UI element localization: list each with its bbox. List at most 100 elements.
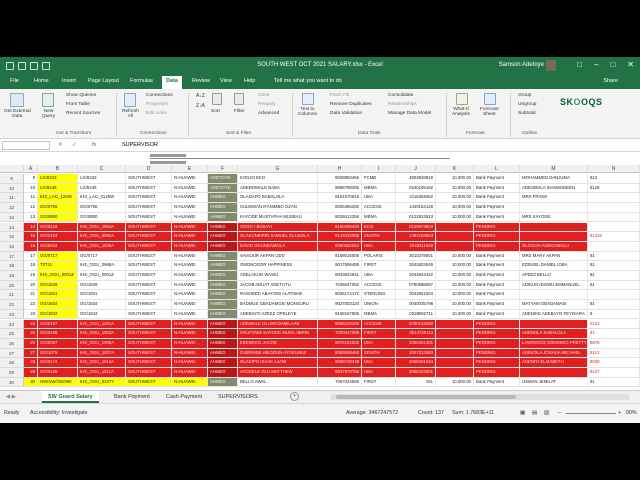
cell-m[interactable]: EZEKIEL DANIEL IGBA	[520, 261, 588, 270]
column-header-a[interactable]: A	[24, 165, 38, 173]
clear-button[interactable]: Clear	[258, 93, 269, 98]
cell-j[interactable]: 2042624422	[396, 271, 436, 280]
cell-k[interactable]: 10,000.00	[436, 300, 474, 309]
cell-k[interactable]: 10,000.00	[436, 251, 474, 261]
column-header-d[interactable]: D	[126, 165, 172, 173]
cell-c[interactable]: IHS_OGU_0001Z	[78, 271, 126, 280]
cell-n[interactable]: 8113	[588, 348, 640, 358]
cell-c[interactable]: IHS_OGU_1008A	[78, 241, 126, 251]
cell-l[interactable]: Bank Payment	[474, 309, 520, 319]
cell-l[interactable]: PENDING	[474, 319, 520, 329]
cell-g[interactable]: OMONOGOR HAPPINESS	[238, 261, 318, 270]
cell-f[interactable]: AHMED	[208, 309, 238, 319]
cell-j[interactable]: 0122524813	[396, 212, 436, 222]
cell-h[interactable]: 9017656488	[318, 261, 362, 270]
cell-k[interactable]: 10,000.00	[436, 280, 474, 290]
cell-g[interactable]: ADEBOWALE BABA	[238, 183, 318, 193]
flash-fill-button[interactable]: Flash Fill	[330, 93, 349, 98]
cell-j[interactable]: 0760686697	[396, 280, 436, 290]
cell-f[interactable]: AHMED	[208, 290, 238, 300]
cell-k[interactable]: 10,000.00	[436, 212, 474, 222]
tab-page-layout[interactable]: Page Layout	[88, 78, 119, 84]
enter-icon[interactable]: ✓	[72, 142, 77, 148]
formula-input[interactable]: SUPERVISOR	[122, 142, 158, 148]
cell-d[interactable]: SOUTHWEST	[126, 222, 172, 232]
cell-m[interactable]: ADENIKE ADEBAYO FEYISARA	[520, 309, 588, 319]
cell-d[interactable]: SOUTHWEST	[126, 368, 172, 377]
zoom-out-icon[interactable]: –	[558, 410, 561, 416]
cell-c[interactable]: IHS_OGU_1011A	[78, 368, 126, 377]
cell-k[interactable]: 10,000.00	[436, 183, 474, 193]
cell-e[interactable]: N-HUAWEI	[172, 358, 208, 367]
cell-m[interactable]: OLOGUN ADEKOMOLU	[520, 241, 588, 251]
cell-b[interactable]: OG/0187	[38, 319, 78, 329]
cell-n[interactable]: 81	[588, 329, 640, 338]
sheet-tab-supervisors[interactable]: SUPERVISORS	[212, 391, 264, 403]
cell-b[interactable]: OG/0104	[38, 232, 78, 241]
cell-f[interactable]: AHMED	[208, 251, 238, 261]
cell-k[interactable]	[436, 348, 474, 358]
cell-j[interactable]: 0750142060	[396, 319, 436, 329]
get-external-data-icon[interactable]	[10, 93, 24, 107]
cell-a[interactable]: 12	[24, 203, 38, 212]
cell-g[interactable]: OLADAPO BABALOLA	[238, 193, 318, 203]
column-header-e[interactable]: E	[172, 165, 208, 173]
cell-i[interactable]: UBA	[362, 368, 396, 377]
cell-h[interactable]: 8161670815	[318, 193, 362, 203]
cell-m[interactable]: MRS KAYODE	[520, 212, 588, 222]
cell-d[interactable]: SOUTHWEST	[126, 271, 172, 280]
cell-b[interactable]: IHS_LAG_126W	[38, 193, 78, 203]
cell-b[interactable]: T0741	[38, 261, 78, 270]
cell-f[interactable]: AHMED	[208, 338, 238, 348]
cell-b[interactable]: IHS_OGU_0001Z	[38, 271, 78, 280]
zoom-slider[interactable]	[566, 413, 616, 414]
cell-h[interactable]: 8160306428	[318, 222, 362, 232]
cell-m[interactable]: AFEEZ BELLO	[520, 271, 588, 280]
cell-m[interactable]: MOHAMMED DANJUMA	[520, 174, 588, 183]
column-header-i[interactable]: I	[362, 165, 396, 173]
cell-n[interactable]: 81	[588, 377, 640, 387]
cell-f[interactable]: ADETOYE	[208, 174, 238, 183]
cell-k[interactable]: 10,000.00	[436, 174, 474, 183]
cell-a[interactable]: 18	[24, 261, 38, 270]
cell-d[interactable]: SOUTHWEST	[126, 290, 172, 300]
cell-e[interactable]: N-HUAWEI	[172, 193, 208, 203]
cell-h[interactable]: 8060302054	[318, 241, 362, 251]
ungroup-button[interactable]: Ungroup	[518, 102, 536, 107]
cell-e[interactable]: N-HUAWEI	[172, 280, 208, 290]
cell-h[interactable]: 8143333088	[318, 232, 362, 241]
cell-k[interactable]: 10,000.00	[436, 203, 474, 212]
column-header-k[interactable]: K	[436, 165, 474, 173]
user-name[interactable]: Samson Adetoye	[499, 62, 544, 68]
forecast-sheet-icon[interactable]	[484, 93, 496, 105]
column-header-m[interactable]: M	[520, 165, 588, 173]
cell-i[interactable]: FCMB	[362, 174, 396, 183]
cell-f[interactable]: AHMED	[208, 271, 238, 280]
cell-f[interactable]: AHMED	[208, 368, 238, 377]
cell-h[interactable]: 8033844941	[318, 271, 362, 280]
cell-n[interactable]	[588, 203, 640, 212]
cell-j[interactable]: 1449162128	[396, 203, 436, 212]
avatar[interactable]	[546, 60, 556, 71]
cell-d[interactable]: SOUTHWEST	[126, 358, 172, 367]
cell-e[interactable]: N-HUAWEI	[172, 203, 208, 212]
cell-n[interactable]: 81432	[588, 232, 640, 241]
cell-c[interactable]: IHS_OGU_1010A	[78, 358, 126, 367]
cell-f[interactable]: AHMED	[208, 280, 238, 290]
cell-n[interactable]: 8030	[588, 358, 640, 367]
worksheet-grid[interactable]: ABCDEFGHIJKLMN 9 9 LG/9343 LG/9343 SOUTHWEST…	[0, 165, 640, 390]
cell-b[interactable]: LG/9343	[38, 174, 78, 183]
cell-m[interactable]	[520, 222, 588, 232]
cell-b[interactable]: OG/0186	[38, 368, 78, 377]
cell-j[interactable]: 3010278001	[396, 251, 436, 261]
cell-h[interactable]: 8037978766	[318, 368, 362, 377]
cell-c[interactable]: LG/9343	[78, 174, 126, 183]
cell-i[interactable]: MEMA	[362, 183, 396, 193]
cell-a[interactable]: 28	[24, 358, 38, 367]
cell-l[interactable]: Bank Payment	[474, 251, 520, 261]
cell-i[interactable]: POLARIS	[362, 251, 396, 261]
page-layout-view-icon[interactable]: ▤	[532, 410, 537, 416]
normal-view-icon[interactable]: ▦	[520, 410, 525, 416]
cell-f[interactable]: AHMED	[208, 241, 238, 251]
tab-insert[interactable]: Insert	[62, 78, 76, 84]
